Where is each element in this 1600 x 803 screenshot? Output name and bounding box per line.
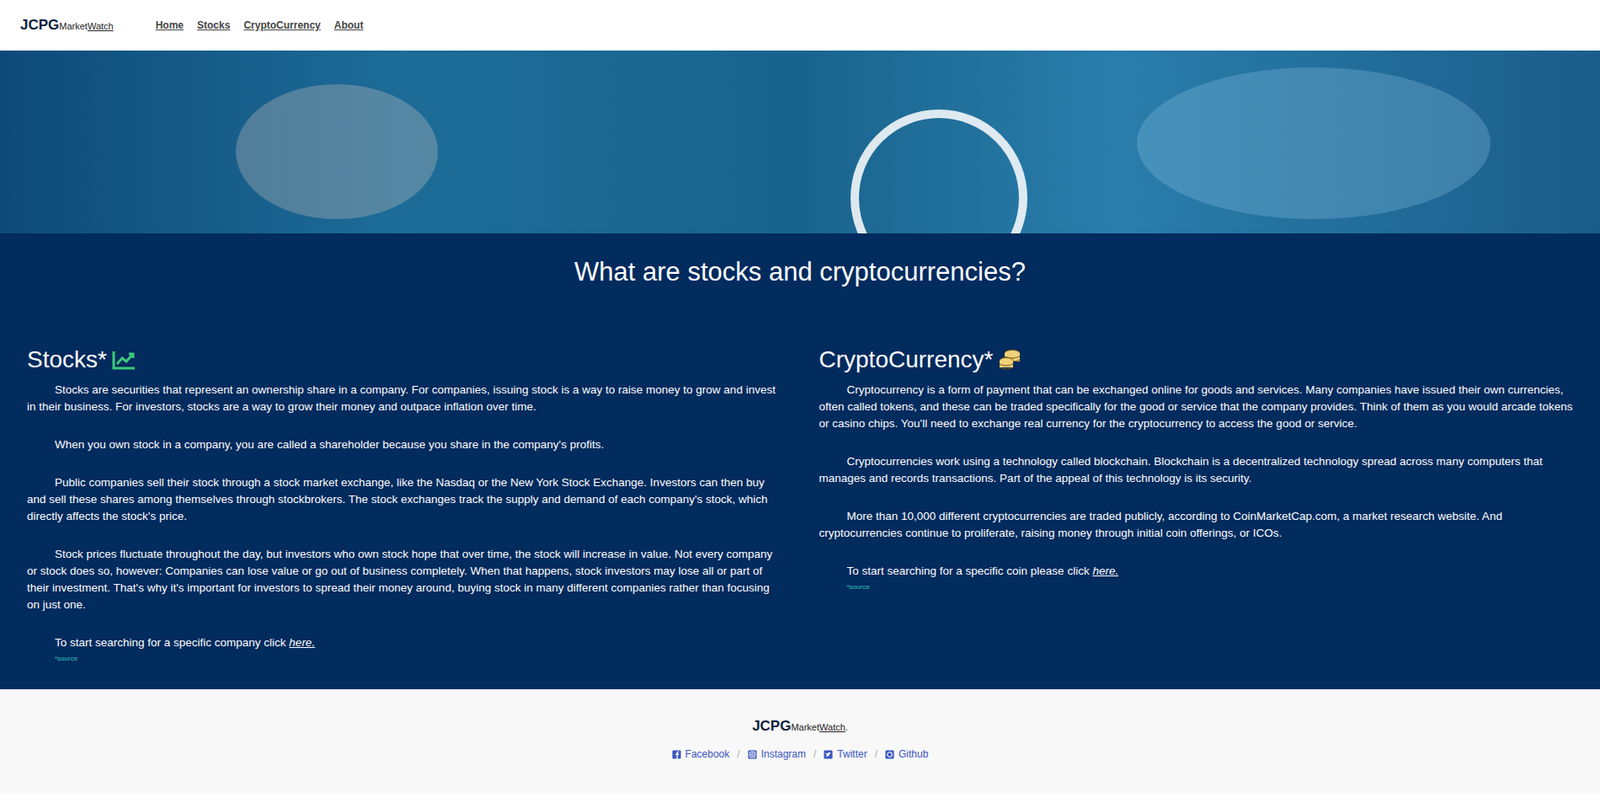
topic-title: Stocks*	[26, 346, 782, 374]
paragraph: Cryptocurrencies work using a technology…	[819, 453, 1574, 487]
paragraph: Stock prices fluctuate throughout the da…	[26, 545, 782, 614]
search-link[interactable]: here.	[1092, 564, 1119, 577]
topic-column: Stocks* Stocks are securities that repres…	[26, 346, 782, 662]
social-link[interactable]: Twitter	[823, 747, 867, 760]
top-bar: JCPGMarketWatch Home Stocks CryptoCurrency A…	[0, 0, 1600, 51]
search-prompt: To start searching for a specific compan…	[26, 634, 782, 651]
chart-icon	[112, 348, 136, 371]
social-link[interactable]: Github	[885, 747, 928, 760]
twitter-icon	[823, 749, 833, 759]
nav-link[interactable]: Home	[155, 19, 184, 32]
social-links: Facebook / Instagram / Twitter / Github	[672, 747, 929, 760]
coins-icon	[997, 348, 1022, 371]
social-link[interactable]: Facebook	[672, 747, 731, 760]
nav-menu: Home Stocks CryptoCurrency About	[155, 19, 364, 32]
instagram-icon	[747, 749, 758, 759]
hero-image	[0, 50, 1600, 234]
nav-link[interactable]: Stocks	[197, 19, 230, 32]
facebook-icon	[672, 749, 682, 759]
search-link[interactable]: here.	[288, 635, 315, 649]
source-link[interactable]: *source	[54, 654, 782, 662]
info-section: What are stocks and cryptocurrencies? Sto…	[0, 233, 1600, 689]
nav-link[interactable]: About	[334, 19, 364, 32]
footer-logo: JCPGMarketWatch.	[752, 717, 848, 735]
paragraph: Stocks are securities that represent an …	[26, 381, 782, 416]
nav-link[interactable]: CryptoCurrency	[243, 19, 320, 32]
topic-title: CryptoCurrency*	[819, 346, 1574, 374]
paragraph: When you own stock in a company, you are…	[26, 436, 782, 454]
footer: JCPGMarketWatch. Facebook / Instagram / Twitt…	[0, 688, 1600, 794]
social-link[interactable]: Instagram	[747, 747, 806, 760]
separator: /	[813, 747, 816, 760]
section-title: What are stocks and cryptocurrencies?	[26, 256, 1574, 288]
source-link[interactable]: *source	[847, 582, 1574, 591]
search-prompt: To start searching for a specific coin p…	[819, 562, 1574, 580]
separator: /	[874, 747, 878, 760]
github-icon	[885, 749, 895, 759]
logo[interactable]: JCPGMarketWatch	[20, 16, 114, 34]
page: JCPGMarketWatch Home Stocks CryptoCurrency A…	[0, 0, 1600, 794]
paragraph: More than 10,000 different cryptocurrenc…	[819, 507, 1574, 542]
paragraph: Cryptocurrency is a form of payment that…	[819, 381, 1574, 432]
paragraph: Public companies sell their stock throug…	[26, 474, 782, 525]
topic-column: CryptoCurrency* Cryptocurrency is a form …	[819, 346, 1574, 662]
separator: /	[736, 747, 740, 760]
